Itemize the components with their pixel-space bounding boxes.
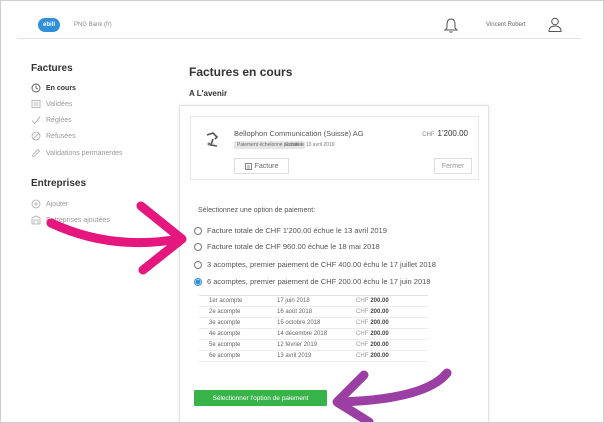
app-window: ebill PNG Bank (fr) Vincent Robert Factu… <box>0 0 604 423</box>
pink-arrow <box>46 201 452 422</box>
